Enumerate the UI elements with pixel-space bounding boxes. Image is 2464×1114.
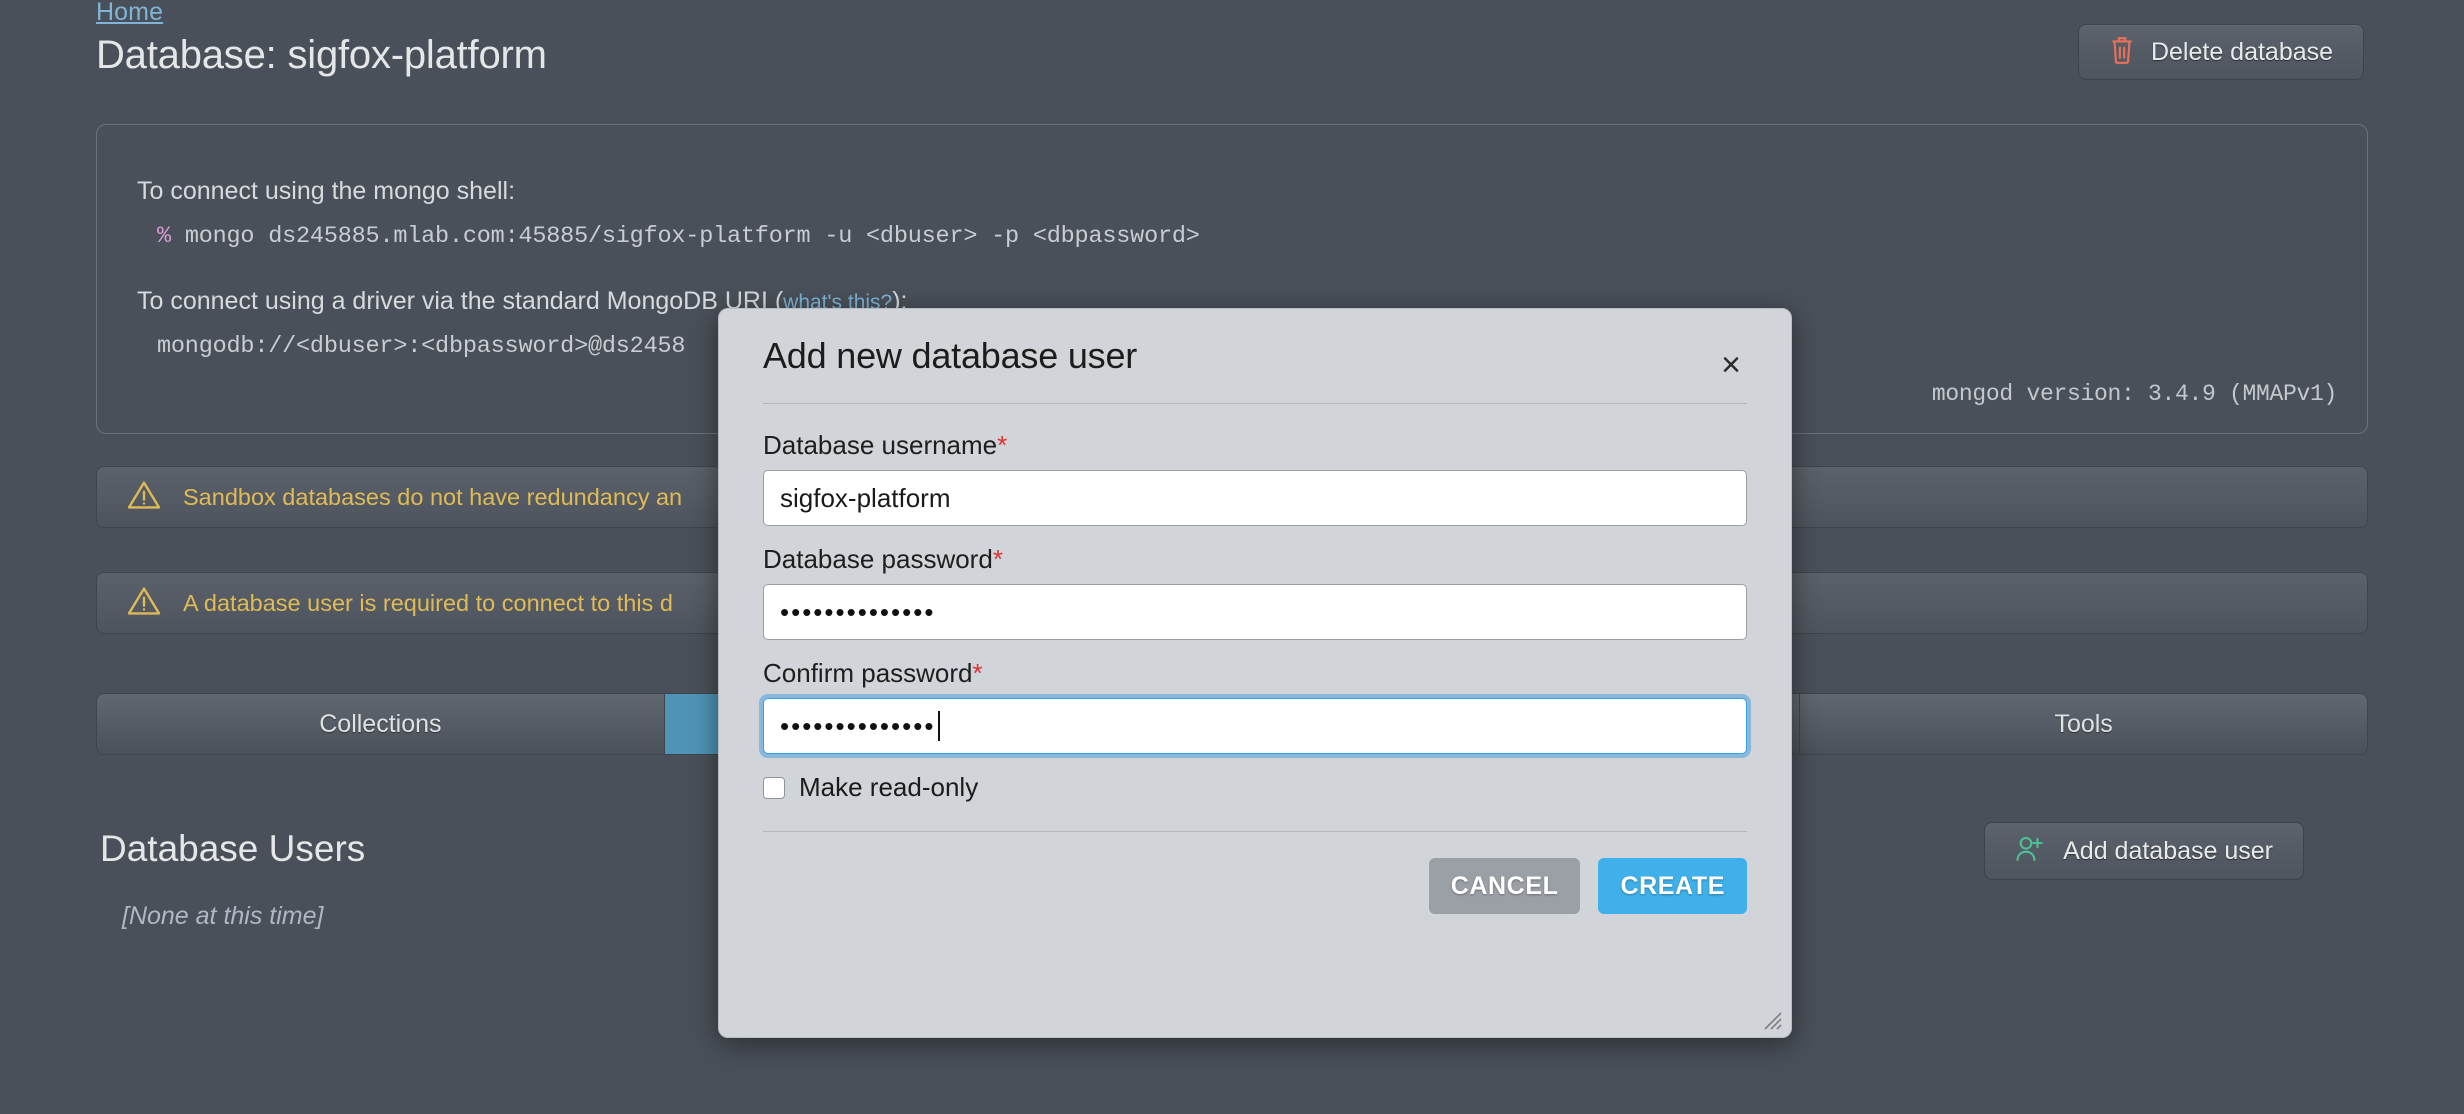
confirm-password-input-value: •••••••••••••• (780, 713, 935, 739)
text-cursor (938, 711, 940, 741)
delete-database-label: Delete database (2151, 38, 2333, 67)
warning-triangle-icon (127, 480, 161, 515)
dialog-title: Add new database user (763, 335, 1137, 377)
confirm-password-label: Confirm password* (763, 658, 1747, 689)
page-title: Database: sigfox-platform (96, 33, 547, 78)
user-plus-icon (2015, 835, 2045, 868)
trash-icon (2109, 35, 2135, 70)
make-read-only-row[interactable]: Make read-only (763, 772, 1747, 803)
mongo-shell-command[interactable]: % mongo ds245885.mlab.com:45885/sigfox-p… (157, 223, 1200, 250)
username-input-value: sigfox-platform (780, 483, 951, 514)
password-field-group: Database password* •••••••••••••• (763, 544, 1747, 640)
mongo-shell-label: To connect using the mongo shell: (137, 177, 515, 206)
dialog-footer: CANCEL CREATE (719, 832, 1791, 914)
page-root: Home Database: sigfox-platform Delete da… (0, 0, 2464, 1114)
shell-command-text: mongo ds245885.mlab.com:45885/sigfox-pla… (185, 223, 1200, 250)
tab-collections[interactable]: Collections (97, 694, 665, 754)
confirm-password-label-text: Confirm password (763, 658, 973, 688)
password-label: Database password* (763, 544, 1747, 575)
close-icon[interactable]: × (1711, 345, 1751, 385)
warning-text-user-required: A database user is required to connect t… (183, 590, 673, 617)
database-users-empty-text: [None at this time] (122, 902, 323, 931)
password-input-value: •••••••••••••• (780, 599, 935, 625)
username-input[interactable]: sigfox-platform (763, 470, 1747, 526)
username-field-group: Database username* sigfox-platform (763, 430, 1747, 526)
breadcrumb-home-link[interactable]: Home (96, 0, 163, 27)
username-label-text: Database username (763, 430, 997, 460)
database-users-heading: Database Users (100, 828, 365, 870)
make-read-only-checkbox[interactable] (763, 777, 785, 799)
confirm-password-input[interactable]: •••••••••••••• (763, 698, 1747, 754)
password-input[interactable]: •••••••••••••• (763, 584, 1747, 640)
required-marker: * (993, 544, 1003, 574)
confirm-password-field-group: Confirm password* •••••••••••••• (763, 658, 1747, 754)
required-marker: * (973, 658, 983, 688)
dialog-header: Add new database user × (719, 309, 1791, 403)
add-database-user-label: Add database user (2063, 837, 2273, 866)
tab-tools[interactable]: Tools (1800, 694, 2367, 754)
driver-label-before: To connect using a driver via the standa… (137, 287, 783, 315)
cancel-button[interactable]: CANCEL (1429, 858, 1581, 914)
make-read-only-label[interactable]: Make read-only (799, 772, 978, 803)
warning-triangle-icon (127, 586, 161, 621)
add-database-user-dialog: Add new database user × Database usernam… (718, 308, 1792, 1038)
delete-database-button[interactable]: Delete database (2078, 24, 2364, 80)
shell-prompt: % (157, 223, 171, 250)
dialog-body: Database username* sigfox-platform Datab… (719, 404, 1791, 803)
create-button[interactable]: CREATE (1598, 858, 1747, 914)
warning-text-sandbox: Sandbox databases do not have redundancy… (183, 484, 682, 511)
mongod-version-text: mongod version: 3.4.9 (MMAPv1) (1932, 381, 2337, 407)
username-label: Database username* (763, 430, 1747, 461)
resize-grip-icon[interactable] (1757, 1005, 1783, 1031)
add-database-user-button[interactable]: Add database user (1984, 822, 2304, 880)
password-label-text: Database password (763, 544, 993, 574)
driver-uri-text[interactable]: mongodb://<dbuser>:<dbpassword>@ds2458 (157, 333, 685, 360)
required-marker: * (997, 430, 1007, 460)
